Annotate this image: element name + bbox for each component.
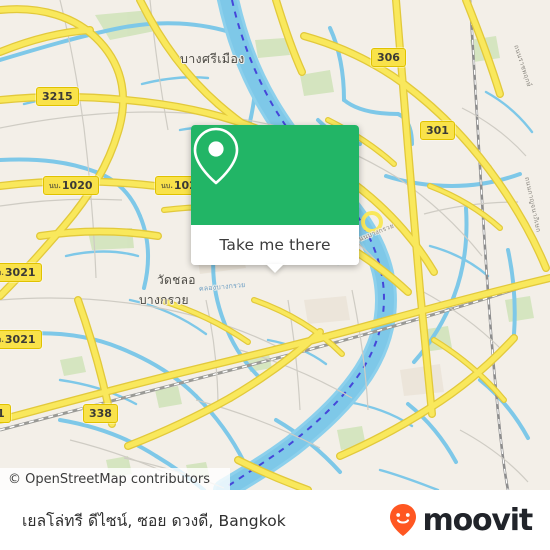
road-shield-number: 301: [426, 124, 449, 137]
road-shield-nb-1020-a[interactable]: นบ.1020: [43, 176, 99, 195]
location-pin-icon: [193, 127, 239, 185]
road-shield-nb-3021-b[interactable]: นบ.3021: [0, 330, 42, 349]
card-green-header: [191, 125, 359, 225]
road-shield-number: 3021: [4, 333, 36, 346]
road-shield-left-clipped[interactable]: 1: [0, 404, 11, 423]
road-shield-prefix: นบ.: [161, 182, 173, 190]
road-shield-prefix: นบ.: [0, 336, 4, 344]
map-label-bang-si-mueang: บางศรีเมือง: [180, 51, 245, 66]
road-shield-number: 1020: [61, 179, 93, 192]
screenshot-root: บางศรีเมือง วัดชลอ บางกรวย คลองบางกรวย ถ…: [0, 0, 550, 550]
road-shield-prefix: นบ.: [0, 269, 4, 277]
map-label-wat-chalo: วัดชลอ: [157, 273, 196, 287]
road-shield-number: 3215: [42, 90, 73, 103]
footer-bar: เยลโล่ทรี ดีไซน์, ซอย ดวงดี, Bangkok moo…: [0, 490, 550, 550]
card-cta-bar[interactable]: Take me there: [191, 225, 359, 273]
take-me-there-label: Take me there: [219, 236, 331, 254]
road-shield-number: 3021: [4, 266, 36, 279]
map-label-bang-kruai: บางกรวย: [139, 293, 189, 307]
road-shield-338[interactable]: 338: [83, 404, 118, 423]
osm-attribution[interactable]: © OpenStreetMap contributors: [0, 468, 230, 490]
moovit-brand[interactable]: moovit: [388, 490, 534, 550]
road-shield-3215[interactable]: 3215: [36, 87, 79, 106]
map-canvas[interactable]: บางศรีเมือง วัดชลอ บางกรวย คลองบางกรวย ถ…: [0, 0, 550, 490]
moovit-wordmark: moovit: [422, 502, 534, 538]
road-shield-306[interactable]: 306: [371, 48, 406, 67]
road-shield-301[interactable]: 301: [420, 121, 455, 140]
road-shield-prefix: นบ.: [49, 182, 61, 190]
road-shield-number: 306: [377, 51, 400, 64]
road-shield-nb-3021-a[interactable]: นบ.3021: [0, 263, 42, 282]
location-title: เยลโล่ทรี ดีไซน์, ซอย ดวงดี, Bangkok: [22, 511, 286, 530]
take-me-there-card[interactable]: Take me there: [191, 125, 359, 273]
road-shield-number: 338: [89, 407, 112, 420]
osm-attribution-text: © OpenStreetMap contributors: [8, 471, 210, 487]
road-shield-number: 1: [0, 407, 5, 420]
card-pointer-tail: [266, 264, 284, 273]
moovit-smiling-pin-icon: [389, 504, 416, 536]
